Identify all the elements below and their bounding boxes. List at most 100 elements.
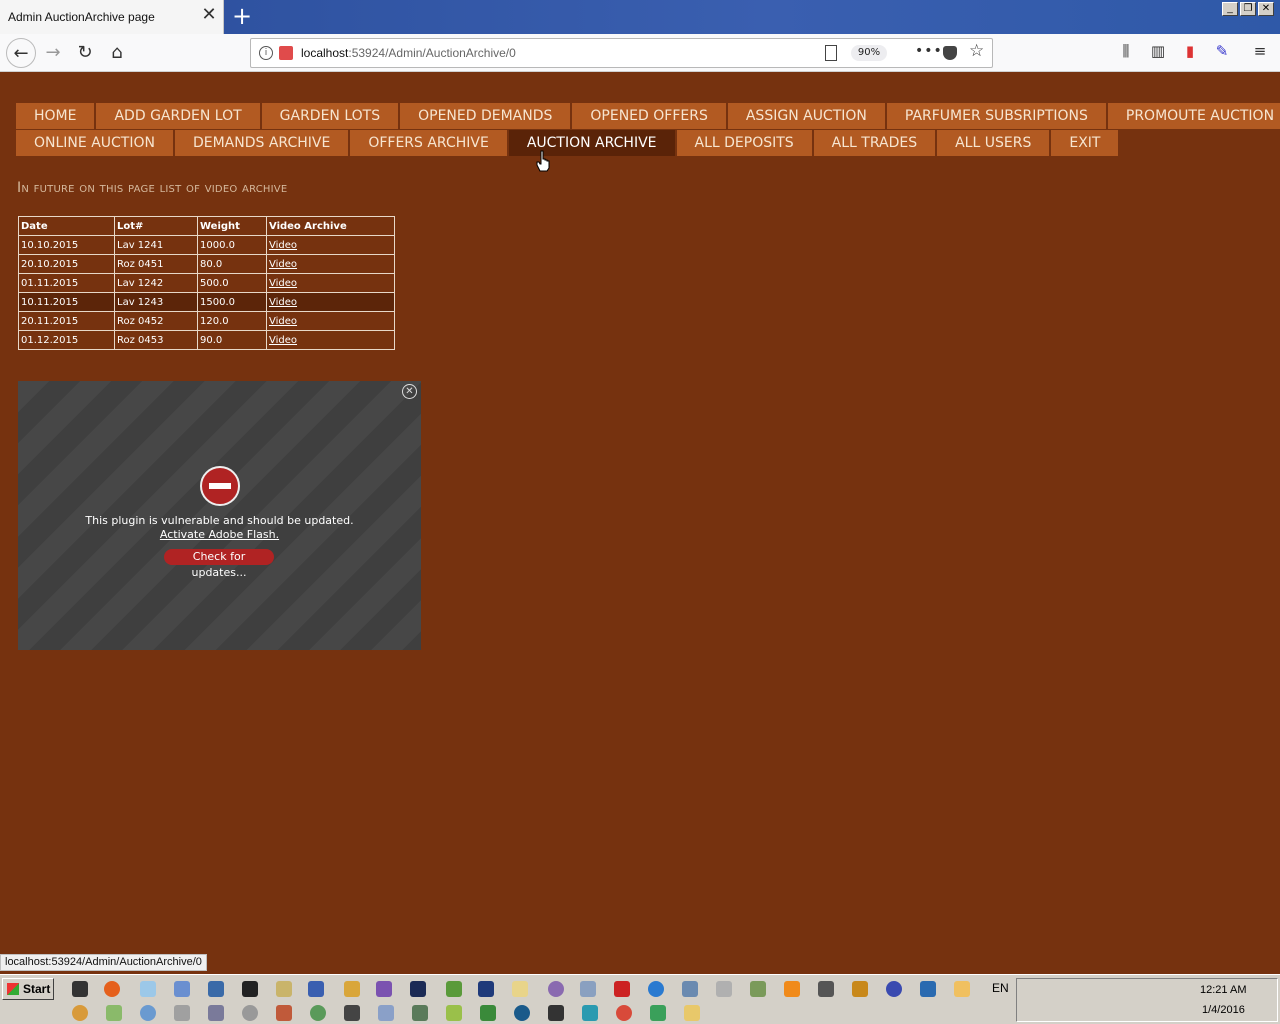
clock-time[interactable]: 12:21 AM xyxy=(1200,984,1246,996)
filezilla-icon[interactable] xyxy=(614,981,630,997)
menu-add-garden-lot[interactable]: ADD GARDEN LOT xyxy=(96,103,262,130)
visual-studio-icon[interactable] xyxy=(376,981,392,997)
reload-icon[interactable]: ↻ xyxy=(70,38,100,68)
menu-opened-demands[interactable]: OPENED DEMANDS xyxy=(400,103,573,130)
video-link[interactable]: Video xyxy=(269,259,297,270)
menu-opened-offers[interactable]: OPENED OFFERS xyxy=(572,103,728,130)
video-link[interactable]: Video xyxy=(269,335,297,346)
browser-tab[interactable]: Admin AuctionArchive page ✕ xyxy=(0,0,224,34)
vlc-icon[interactable] xyxy=(784,981,800,997)
app-icon[interactable] xyxy=(208,1005,224,1021)
minimize-button[interactable]: _ xyxy=(1222,2,1238,16)
app-icon[interactable] xyxy=(548,981,564,997)
app-icon[interactable] xyxy=(716,981,732,997)
app-icon[interactable] xyxy=(446,981,462,997)
app-icon[interactable] xyxy=(682,981,698,997)
menu-online-auction[interactable]: ONLINE AUCTION xyxy=(16,130,175,157)
app-icon[interactable] xyxy=(344,1005,360,1021)
pocket-icon[interactable] xyxy=(943,46,957,60)
close-icon[interactable]: ✕ xyxy=(402,384,417,399)
app-icon[interactable] xyxy=(886,981,902,997)
restore-button[interactable]: ❐ xyxy=(1240,2,1256,16)
url-bar[interactable]: i localhost:53924/Admin/AuctionArchive/0… xyxy=(250,38,993,68)
menu-parfumer-subscriptions[interactable]: PARFUMER SUBSRIPTIONS xyxy=(886,103,1108,130)
sidebar-icon[interactable]: ▥ xyxy=(1148,42,1168,62)
app-icon[interactable] xyxy=(412,1005,428,1021)
menu-demands-archive[interactable]: DEMANDS ARCHIVE xyxy=(174,130,351,157)
activate-flash-link[interactable]: Activate Adobe Flash. xyxy=(18,528,421,541)
menu-exit[interactable]: EXIT xyxy=(1051,130,1121,157)
app-icon[interactable] xyxy=(512,981,528,997)
app-icon[interactable] xyxy=(242,981,258,997)
menu-garden-lots[interactable]: GARDEN LOTS xyxy=(261,103,401,130)
video-link[interactable]: Video xyxy=(269,316,297,327)
menu-home[interactable]: HOME xyxy=(16,103,97,130)
home-icon[interactable]: ⌂ xyxy=(102,38,132,68)
site-info-icon[interactable]: i xyxy=(259,46,273,60)
video-link[interactable]: Video xyxy=(269,278,297,289)
clock-date[interactable]: 1/4/2016 xyxy=(1202,1004,1245,1016)
app-icon[interactable] xyxy=(140,981,156,997)
app-icon[interactable] xyxy=(580,981,596,997)
app-icon[interactable] xyxy=(174,1005,190,1021)
app-icon[interactable] xyxy=(72,1005,88,1021)
bookmark-star-icon[interactable]: ☆ xyxy=(969,41,984,61)
app-icon[interactable] xyxy=(276,1005,292,1021)
video-link[interactable]: Video xyxy=(269,297,297,308)
app-icon[interactable] xyxy=(750,981,766,997)
lock-icon[interactable] xyxy=(548,1005,564,1021)
app-icon[interactable] xyxy=(954,981,970,997)
start-button[interactable]: Start xyxy=(2,978,54,1000)
menu-all-trades[interactable]: ALL TRADES xyxy=(813,130,938,157)
app-icon[interactable] xyxy=(378,1005,394,1021)
app-icon[interactable] xyxy=(514,1005,530,1021)
app-icon[interactable] xyxy=(140,1005,156,1021)
menu-all-deposits[interactable]: ALL DEPOSITS xyxy=(676,130,814,157)
extension-icon[interactable]: ▮ xyxy=(1180,42,1200,62)
library-icon[interactable]: ⫼ xyxy=(1116,42,1136,62)
app-icon[interactable] xyxy=(852,981,868,997)
chrome-icon[interactable] xyxy=(616,1005,632,1021)
blocked-plugin-icon xyxy=(200,466,240,506)
app-icon[interactable] xyxy=(308,981,324,997)
app-icon[interactable] xyxy=(276,981,292,997)
check-updates-button[interactable]: Check for updates... xyxy=(164,549,274,579)
extension2-icon[interactable]: ✎ xyxy=(1212,42,1232,62)
app-icon[interactable] xyxy=(242,1005,258,1021)
app-icon[interactable] xyxy=(446,1005,462,1021)
zoom-badge[interactable]: 90% xyxy=(851,45,887,61)
app-icon[interactable] xyxy=(648,981,664,997)
app-icon[interactable] xyxy=(920,981,936,997)
close-window-button[interactable]: ✕ xyxy=(1258,2,1274,16)
tab-close-icon[interactable]: ✕ xyxy=(200,6,218,24)
blocked-plugin-icon[interactable] xyxy=(279,46,293,60)
forward-arrow-icon[interactable]: → xyxy=(38,38,68,68)
app-icon[interactable] xyxy=(106,1005,122,1021)
page-actions-icon[interactable]: ••• xyxy=(915,43,943,59)
menu-auction-archive[interactable]: AUCTION ARCHIVE xyxy=(508,130,677,157)
app-icon[interactable] xyxy=(344,981,360,997)
cmd-icon[interactable] xyxy=(72,981,88,997)
app-icon[interactable] xyxy=(174,981,190,997)
menu-assign-auction[interactable]: ASSIGN AUCTION xyxy=(727,103,887,130)
app-icon[interactable] xyxy=(818,981,834,997)
app-icon[interactable] xyxy=(650,1005,666,1021)
app-icon[interactable] xyxy=(410,981,426,997)
folder-icon[interactable] xyxy=(684,1005,700,1021)
menu-hamburger-icon[interactable]: ≡ xyxy=(1250,42,1270,62)
menu-all-users[interactable]: ALL USERS xyxy=(937,130,1052,157)
menu-offers-archive[interactable]: OFFERS ARCHIVE xyxy=(350,130,509,157)
new-tab-icon[interactable]: + xyxy=(230,4,254,28)
video-link[interactable]: Video xyxy=(269,240,297,251)
app-icon[interactable] xyxy=(310,1005,326,1021)
save-icon[interactable] xyxy=(478,981,494,997)
reader-view-icon[interactable] xyxy=(825,45,837,61)
back-arrow-icon[interactable]: ← xyxy=(6,38,36,68)
menu-promoute-auction[interactable]: PROMOUTE AUCTION xyxy=(1107,103,1280,130)
app-icon[interactable] xyxy=(208,981,224,997)
url-text[interactable]: localhost:53924/Admin/AuctionArchive/0 xyxy=(301,46,516,60)
language-indicator[interactable]: EN xyxy=(992,981,1009,995)
app-icon[interactable] xyxy=(582,1005,598,1021)
app-icon[interactable] xyxy=(480,1005,496,1021)
firefox-icon[interactable] xyxy=(104,981,120,997)
